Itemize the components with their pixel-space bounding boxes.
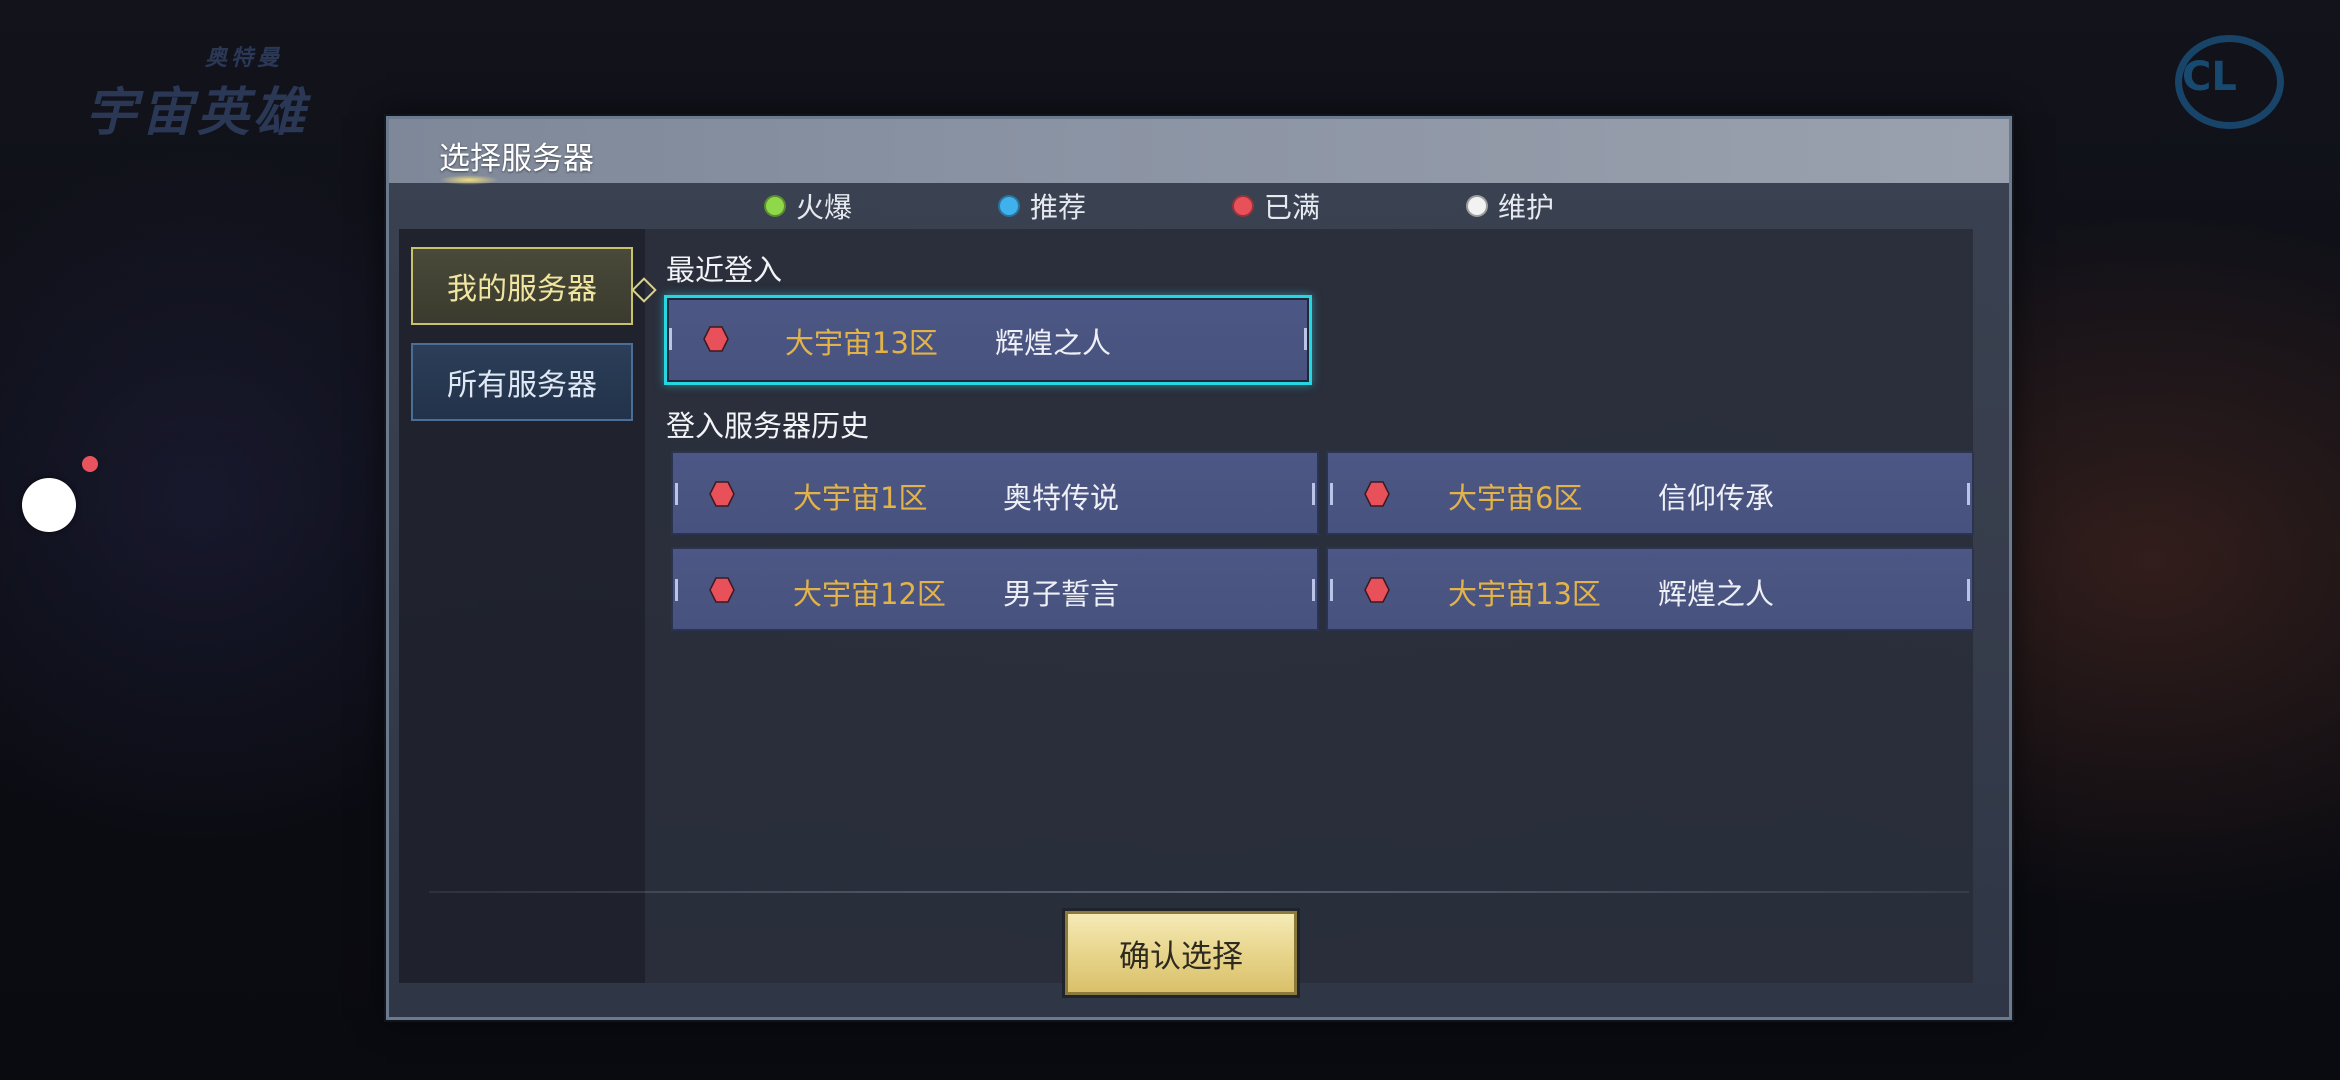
tab-label: 所有服务器 (447, 368, 597, 403)
history-server-card[interactable]: 大宇宙12区 男子誓言 (671, 547, 1319, 631)
tab-all-servers[interactable]: 所有服务器 (411, 343, 633, 421)
history-server-card[interactable]: 大宇宙6区 信仰传承 (1326, 451, 1974, 535)
divider (429, 891, 1969, 893)
server-name: 信仰传承 (1658, 481, 1775, 515)
legend-label: 维护 (1498, 191, 1555, 224)
legend-label: 已满 (1264, 191, 1321, 224)
confirm-selection-button[interactable]: 确认选择 (1065, 911, 1297, 995)
status-legend: 火爆 推荐 已满 维护 (389, 183, 2009, 229)
tab-my-servers[interactable]: 我的服务器 (411, 247, 657, 325)
status-dot-icon (764, 195, 786, 217)
floating-assistant-button[interactable] (22, 478, 76, 532)
dialog-titlebar: 选择服务器 (389, 119, 2009, 185)
status-dot-icon (998, 195, 1020, 217)
legend-full: 已满 (1232, 189, 1321, 224)
server-zone: 大宇宙6区 (1448, 481, 1583, 515)
tab-label: 我的服务器 (447, 272, 597, 307)
server-name: 奥特传说 (1003, 481, 1120, 515)
legend-hot: 火爆 (764, 189, 853, 224)
history-label: 登入服务器历史 (666, 409, 870, 443)
legend-recommended: 推荐 (998, 189, 1087, 224)
notification-dot (82, 456, 98, 472)
history-server-card[interactable]: 大宇宙13区 辉煌之人 (1326, 547, 1974, 631)
history-server-card[interactable]: 大宇宙1区 奥特传说 (671, 451, 1319, 535)
server-zone: 大宇宙1区 (793, 481, 928, 515)
status-dot-icon (1232, 195, 1254, 217)
status-dot-icon (1466, 195, 1488, 217)
status-full-icon (703, 326, 729, 352)
dialog-title: 选择服务器 (439, 141, 594, 177)
server-zone: 大宇宙13区 (785, 326, 938, 360)
status-full-icon (1364, 481, 1390, 507)
server-name: 男子誓言 (1003, 577, 1120, 611)
age-rating-badge: CL (2170, 30, 2284, 145)
game-logo: 奥特曼 宇宙英雄 (85, 46, 310, 143)
server-zone: 大宇宙13区 (1448, 577, 1601, 611)
server-zone: 大宇宙12区 (793, 577, 946, 611)
legend-label: 火爆 (796, 191, 853, 224)
server-select-dialog: 选择服务器 火爆 推荐 已满 维护 我的服务器 所有服务器 最近登入 大宇宙13… (386, 116, 2012, 1020)
legend-maintenance: 维护 (1466, 189, 1555, 224)
server-name: 辉煌之人 (1658, 577, 1775, 611)
legend-label: 推荐 (1030, 191, 1087, 224)
game-screen: 奥特曼 宇宙英雄 CL 选择服务器 火爆 推荐 已满 维护 我的服务器 所有服务… (0, 0, 2340, 1080)
status-full-icon (709, 481, 735, 507)
status-full-icon (709, 577, 735, 603)
recent-server-card[interactable]: 大宇宙13区 辉煌之人 (664, 295, 1312, 385)
status-full-icon (1364, 577, 1390, 603)
server-name: 辉煌之人 (995, 326, 1112, 360)
recent-login-label: 最近登入 (666, 253, 783, 287)
